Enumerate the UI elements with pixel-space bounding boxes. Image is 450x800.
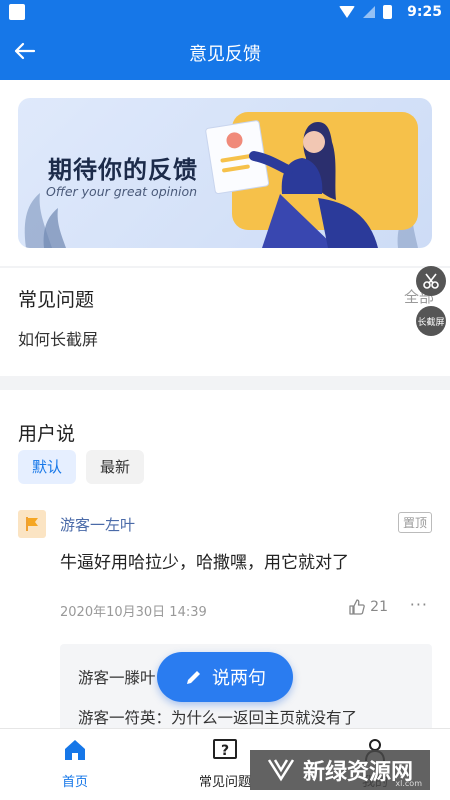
faq-section: 常见问题 全部 如何长截屏 bbox=[0, 268, 450, 376]
home-icon bbox=[65, 740, 85, 760]
feedback-banner: 期待你的反馈 Offer your great opinion bbox=[18, 98, 432, 248]
faq-item[interactable]: 如何长截屏 bbox=[18, 326, 98, 350]
like-count: 21 bbox=[370, 599, 388, 615]
more-options-icon[interactable]: ··· bbox=[410, 595, 428, 614]
reply-item: 游客一滕叶 bbox=[78, 669, 156, 687]
write-comment-label: 说两句 bbox=[212, 668, 266, 689]
post-content: 牛逼好用哈拉少，哈撒嘿，用它就对了 bbox=[60, 553, 349, 573]
post-date: 2020年10月30日 14:39 bbox=[60, 605, 207, 620]
sort-tab-latest[interactable]: 最新 bbox=[86, 450, 145, 484]
reply-item: 游客一符英：为什么一返回主页就没有了 bbox=[78, 709, 358, 727]
nav-home-label: 首页 bbox=[61, 775, 88, 790]
banner-section: 期待你的反馈 Offer your great opinion bbox=[0, 80, 450, 266]
write-comment-button[interactable]: 说两句 bbox=[157, 652, 293, 702]
svg-text:?: ? bbox=[221, 743, 229, 759]
notification-icon bbox=[9, 4, 25, 20]
thumb-up-icon bbox=[349, 599, 366, 615]
scissors-icon[interactable] bbox=[416, 266, 446, 296]
watermark-logo bbox=[267, 759, 295, 782]
battery-icon bbox=[383, 5, 392, 19]
app-bar: 意见反馈 bbox=[0, 24, 450, 80]
status-bar: 9:25 bbox=[0, 0, 450, 24]
watermark: 新绿资源网 xl.com bbox=[250, 750, 430, 790]
user-says-heading: 用户说 bbox=[18, 423, 76, 445]
banner-subtitle: Offer your great opinion bbox=[46, 184, 198, 199]
sort-tab-default[interactable]: 默认 bbox=[18, 450, 77, 484]
long-screenshot-button[interactable]: 长截屏 bbox=[416, 306, 446, 336]
wifi-icon bbox=[339, 6, 355, 18]
flag-icon bbox=[18, 510, 46, 538]
faq-heading: 常见问题 bbox=[18, 289, 95, 311]
like-button[interactable]: 21 bbox=[348, 598, 388, 616]
page-title: 意见反馈 bbox=[189, 44, 261, 65]
pinned-badge: 置顶 bbox=[397, 512, 432, 533]
system-icons bbox=[339, 5, 392, 19]
watermark-url: xl.com bbox=[395, 779, 422, 788]
nav-home[interactable]: 首页 bbox=[15, 737, 135, 790]
question-box-icon: ? bbox=[213, 739, 237, 759]
pencil-icon bbox=[187, 671, 200, 684]
signal-icon bbox=[363, 6, 375, 18]
banner-title: 期待你的反馈 bbox=[48, 156, 198, 184]
status-time: 9:25 bbox=[407, 4, 442, 20]
post-username[interactable]: 游客一左叶 bbox=[60, 514, 135, 535]
